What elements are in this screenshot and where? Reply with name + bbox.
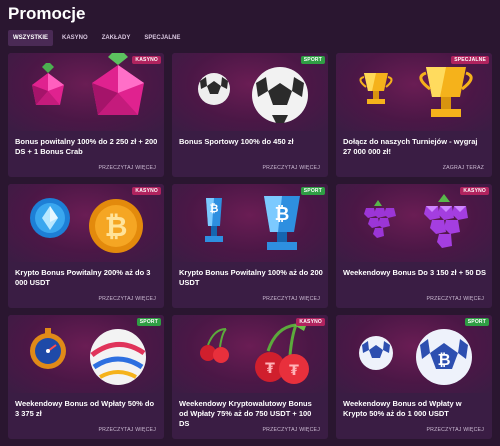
promo-card[interactable]: ₮ ₮ KASYNO Weekendowy Kryptowalutowy Bon… — [172, 315, 328, 439]
category-badge: KASYNO — [460, 187, 489, 195]
promo-image: ₮ ₮ — [172, 315, 328, 393]
promo-title: Weekendowy Bonus Do 3 150 zł + 50 DS — [343, 268, 487, 277]
promo-image: ₿ — [336, 315, 492, 393]
category-badge: SPORT — [136, 318, 161, 326]
category-tabs: WSZYSTKIE KASYNO ZAKŁADY SPECJALNE — [8, 30, 185, 46]
category-badge: SPORT — [300, 187, 325, 195]
promo-title: Weekendowy Kryptowalutowy Bonus od Wpłat… — [179, 399, 312, 428]
stopwatch-ball-icon — [30, 328, 146, 385]
svg-text:₮: ₮ — [265, 361, 275, 377]
svg-text:₿: ₿ — [105, 210, 128, 243]
promo-title: Krypto Bonus Powitalny 100% aż do 200 US… — [179, 268, 323, 287]
promo-card[interactable]: SPORT Bonus Sportowy 100% do 450 zł PRZE… — [172, 53, 328, 177]
read-more-link[interactable]: PRZECZYTAJ WIĘCEJ — [99, 427, 157, 433]
promo-image: ₿ ₿ — [172, 184, 328, 262]
read-more-link[interactable]: PRZECZYTAJ WIĘCEJ — [427, 296, 485, 302]
category-badge: KASYNO — [132, 56, 161, 64]
soccer-ball-icon — [198, 67, 308, 123]
tab-kasyno[interactable]: KASYNO — [57, 30, 93, 46]
promo-grid: KASYNO Bonus powitalny 100% do 2 250 zł … — [8, 53, 492, 439]
promo-card[interactable]: SPECJALNE Dołącz do naszych Turniejów - … — [336, 53, 492, 177]
promo-image — [336, 184, 492, 262]
promo-card[interactable]: SPORT Weekendowy Bonus od Wpłaty 50% do … — [8, 315, 164, 439]
read-more-link[interactable]: PRZECZYTAJ WIĘCEJ — [263, 296, 321, 302]
promo-card[interactable]: KASYNO Weekendowy Bonus Do 3 150 zł + 50… — [336, 184, 492, 308]
tab-specjalne[interactable]: SPECJALNE — [139, 30, 185, 46]
read-more-link[interactable]: PRZECZYTAJ WIĘCEJ — [263, 427, 321, 433]
promo-card[interactable]: ₿ SPORT Weekendowy Bonus od Wpłaty w Kry… — [336, 315, 492, 439]
grapes-icon — [364, 194, 468, 248]
bitcoin-ball-icon: ₿ — [359, 329, 472, 385]
promo-title: Weekendowy Bonus od Wpłaty w Krypto 50% … — [343, 399, 462, 418]
promo-image — [8, 315, 164, 393]
svg-text:₮: ₮ — [289, 363, 299, 379]
category-badge: SPORT — [464, 318, 489, 326]
svg-text:₿: ₿ — [210, 202, 219, 215]
tab-zaklady[interactable]: ZAKŁADY — [97, 30, 136, 46]
promo-card[interactable]: KASYNO Bonus powitalny 100% do 2 250 zł … — [8, 53, 164, 177]
promo-image — [172, 53, 328, 131]
promo-title: Krypto Bonus Powitalny 200% aż do 3 000 … — [15, 268, 151, 287]
category-badge: SPECJALNE — [451, 56, 489, 64]
read-more-link[interactable]: PRZECZYTAJ WIĘCEJ — [427, 427, 485, 433]
promo-title: Dołącz do naszych Turniejów - wygraj 27 … — [343, 137, 478, 156]
read-more-link[interactable]: PRZECZYTAJ WIĘCEJ — [99, 165, 157, 171]
play-now-link[interactable]: ZAGRAJ TERAZ — [443, 165, 484, 171]
svg-text:₿: ₿ — [437, 350, 450, 369]
raspberry-icon — [32, 53, 144, 115]
promo-image: ₿ — [8, 184, 164, 262]
promo-title: Weekendowy Bonus od Wpłaty 50% do 3 375 … — [15, 399, 155, 418]
promo-card[interactable]: ₿ ₿ SPORT Krypto Bonus Powitalny 100% aż… — [172, 184, 328, 308]
category-badge: KASYNO — [132, 187, 161, 195]
read-more-link[interactable]: PRZECZYTAJ WIĘCEJ — [263, 165, 321, 171]
promo-card[interactable]: ₿ KASYNO Krypto Bonus Powitalny 200% aż … — [8, 184, 164, 308]
category-badge: KASYNO — [296, 318, 325, 326]
bitcoin-trophy-icon: ₿ ₿ — [205, 196, 300, 250]
svg-text:₿: ₿ — [275, 204, 290, 225]
promo-image — [8, 53, 164, 131]
promo-image — [336, 53, 492, 131]
category-badge: SPORT — [300, 56, 325, 64]
trophy-icon — [359, 67, 473, 117]
crypto-coin-icon: ₿ — [30, 198, 143, 253]
cherries-icon: ₮ ₮ — [200, 321, 309, 384]
promo-title: Bonus powitalny 100% do 2 250 zł + 200 D… — [15, 137, 158, 156]
page-title: Promocje — [8, 4, 86, 23]
read-more-link[interactable]: PRZECZYTAJ WIĘCEJ — [99, 296, 157, 302]
tab-wszystkie[interactable]: WSZYSTKIE — [8, 30, 54, 46]
promo-title: Bonus Sportowy 100% do 450 zł — [179, 137, 294, 146]
